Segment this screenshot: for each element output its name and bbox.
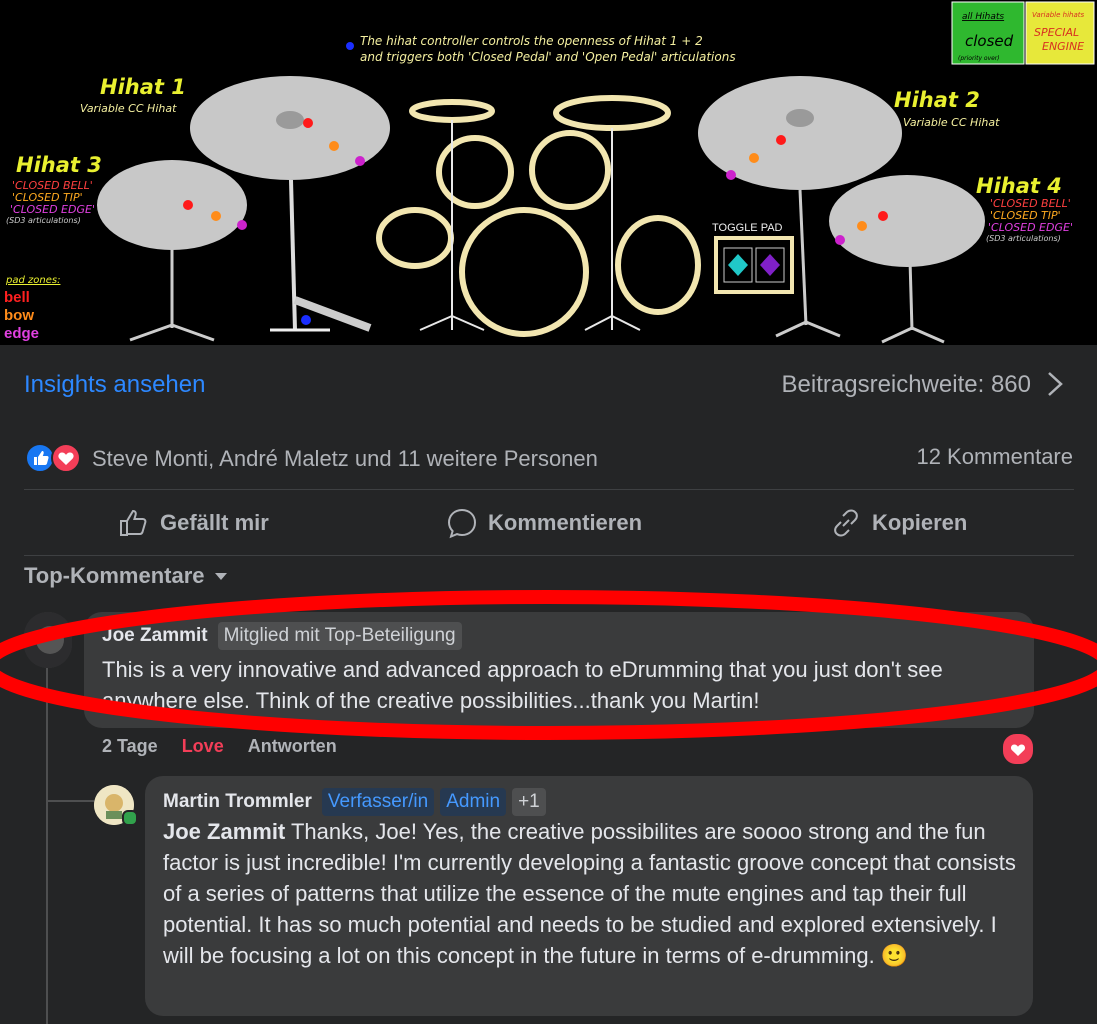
svg-text:all Hihats: all Hihats: [962, 12, 1004, 22]
reactors-text[interactable]: Steve Monti, André Maletz und 11 weitere…: [92, 446, 598, 472]
hihat2-label: Hihat 2: [894, 88, 980, 112]
member-badge[interactable]: Mitglied mit Top-Beteiligung: [217, 622, 462, 650]
admin-badge[interactable]: Admin: [440, 788, 507, 816]
comment-bubble: Joe Zammit Mitglied mit Top-Beteiligung T…: [84, 612, 1034, 728]
thread-line: [46, 668, 48, 1024]
svg-text:'CLOSED EDGE': 'CLOSED EDGE': [10, 203, 95, 216]
reaction-icons[interactable]: [24, 442, 86, 474]
svg-text:closed: closed: [965, 32, 1014, 50]
thumbs-up-icon: [120, 509, 147, 536]
divider: [24, 489, 1074, 490]
heart-icon[interactable]: [1001, 732, 1035, 766]
reply-header: Martin Trommler Verfasser/in Admin +1: [163, 788, 546, 816]
reply-text: Joe Zammit Thanks, Joe! Yes, the creativ…: [163, 816, 1023, 971]
comment-icon: [447, 508, 477, 539]
user-avatar-icon: [24, 612, 72, 668]
chevron-right-icon[interactable]: [1043, 369, 1067, 399]
svg-text:SPECIAL: SPECIAL: [1034, 26, 1079, 39]
drum-kit-illustration: The hihat controller controls the openne…: [4, 1, 1095, 344]
svg-text:'CLOSED EDGE': 'CLOSED EDGE': [988, 221, 1073, 234]
insights-row: Insights ansehen Beitragsreichweite: 860: [0, 345, 1097, 425]
post-image[interactable]: The hihat controller controls the openne…: [0, 0, 1097, 345]
link-icon: [834, 509, 858, 537]
comment-count[interactable]: 12 Kommentare: [916, 444, 1073, 470]
svg-text:bow: bow: [4, 307, 34, 324]
comment-button-label: Kommentieren: [488, 510, 643, 535]
caption-line1: The hihat controller controls the openne…: [360, 34, 703, 48]
svg-text:ENGINE: ENGINE: [1042, 40, 1084, 53]
divider: [24, 555, 1074, 556]
svg-text:(SD3 articulations): (SD3 articulations): [986, 234, 1061, 243]
svg-text:Variable CC Hihat: Variable CC Hihat: [80, 102, 177, 115]
svg-text:TOGGLE PAD: TOGGLE PAD: [712, 222, 783, 234]
reply-body: Thanks, Joe! Yes, the creative possibili…: [163, 819, 1016, 968]
hihat4-label: Hihat 4: [976, 174, 1062, 198]
svg-text:pad zones:: pad zones:: [5, 275, 60, 286]
avatar[interactable]: [24, 612, 72, 668]
svg-text:(SD3 articulations): (SD3 articulations): [6, 216, 81, 225]
copy-button[interactable]: Kopieren: [830, 494, 967, 552]
comment-text: This is a very innovative and advanced a…: [102, 657, 943, 713]
comment-filter-label: Top-Kommentare: [24, 563, 205, 588]
online-status-indicator: [122, 810, 138, 826]
like-button-label: Gefällt mir: [160, 510, 269, 535]
comment-author[interactable]: Joe Zammit: [102, 625, 208, 646]
svg-text:Variable hihats: Variable hihats: [1032, 11, 1085, 19]
caption-line2: and triggers both 'Closed Pedal' and 'Op…: [360, 50, 736, 64]
reply-button[interactable]: Antworten: [248, 736, 337, 757]
love-reaction-button[interactable]: Love: [182, 736, 224, 757]
comment-age[interactable]: 2 Tage: [102, 736, 158, 757]
more-badges[interactable]: +1: [512, 788, 546, 816]
comment-filter-dropdown[interactable]: Top-Kommentare: [24, 563, 229, 589]
comment-button[interactable]: Kommentieren: [446, 494, 642, 552]
mention-link[interactable]: Joe Zammit: [163, 819, 285, 844]
copy-button-label: Kopieren: [872, 510, 968, 535]
caret-down-icon: [214, 573, 227, 580]
author-badge[interactable]: Verfasser/in: [321, 788, 435, 816]
thread-branch: [46, 800, 94, 802]
svg-text:edge: edge: [4, 325, 39, 342]
post-actions: Gefällt mir Kommentieren Kopieren: [24, 494, 1074, 552]
reply-bubble: Martin Trommler Verfasser/in Admin +1 Joe Z…: [145, 776, 1033, 1016]
svg-text:(priority over): (priority over): [958, 55, 1000, 62]
comment-header: Joe Zammit Mitglied mit Top-Beteiligung: [102, 622, 462, 650]
svg-text:bell: bell: [4, 289, 30, 306]
svg-text:Variable CC Hihat: Variable CC Hihat: [903, 116, 1000, 129]
hihat3-label: Hihat 3: [16, 153, 102, 177]
insights-link[interactable]: Insights ansehen: [24, 371, 205, 399]
reply-author[interactable]: Martin Trommler: [163, 791, 312, 812]
hihat1-label: Hihat 1: [100, 75, 186, 99]
reactions-summary: Steve Monti, André Maletz und 11 weitere…: [0, 430, 1097, 486]
post-reach[interactable]: Beitragsreichweite: 860: [782, 371, 1031, 399]
like-button[interactable]: Gefällt mir: [118, 494, 269, 552]
comment-meta: 2 Tage Love Antworten: [102, 736, 337, 757]
